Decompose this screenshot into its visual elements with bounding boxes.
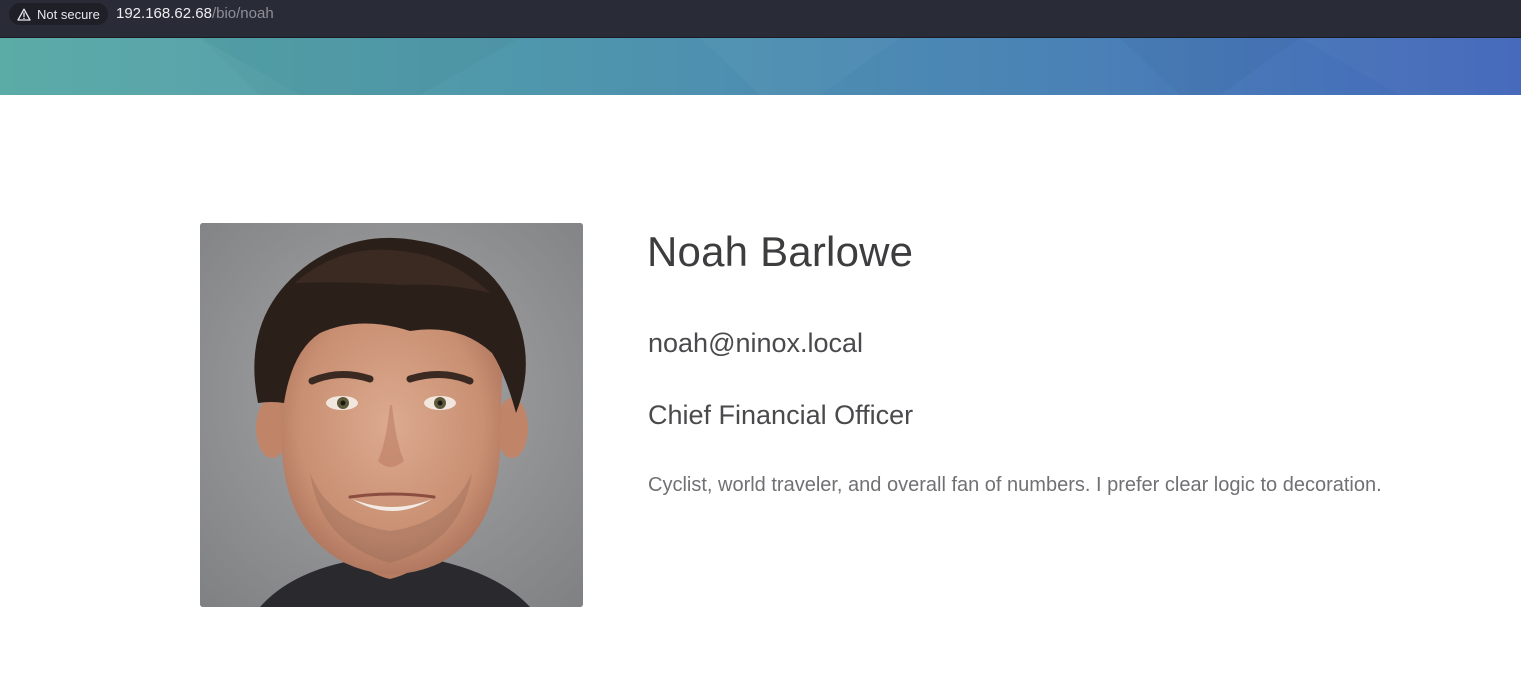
profile-about: Cyclist, world traveler, and overall fan…	[648, 474, 1382, 496]
url-host: 192.168.62.68	[116, 5, 212, 22]
profile-photo	[200, 223, 583, 607]
security-label: Not secure	[37, 6, 100, 22]
profile-email: noah@ninox.local	[648, 328, 864, 358]
warning-triangle-icon	[17, 8, 31, 21]
header-banner	[0, 38, 1521, 95]
profile-role: Chief Financial Officer	[648, 400, 914, 430]
profile-name: Noah Barlowe	[647, 228, 914, 275]
url-path: /bio/noah	[211, 5, 274, 22]
security-indicator[interactable]: Not secure	[9, 3, 108, 25]
profile-details: Noah Barlowe noah@ninox.local Chief Fina…	[647, 225, 1467, 496]
browser-address-bar: Not secure 192.168.62.68/bio/noah	[0, 0, 1521, 38]
url-field[interactable]: 192.168.62.68/bio/noah	[116, 5, 274, 23]
